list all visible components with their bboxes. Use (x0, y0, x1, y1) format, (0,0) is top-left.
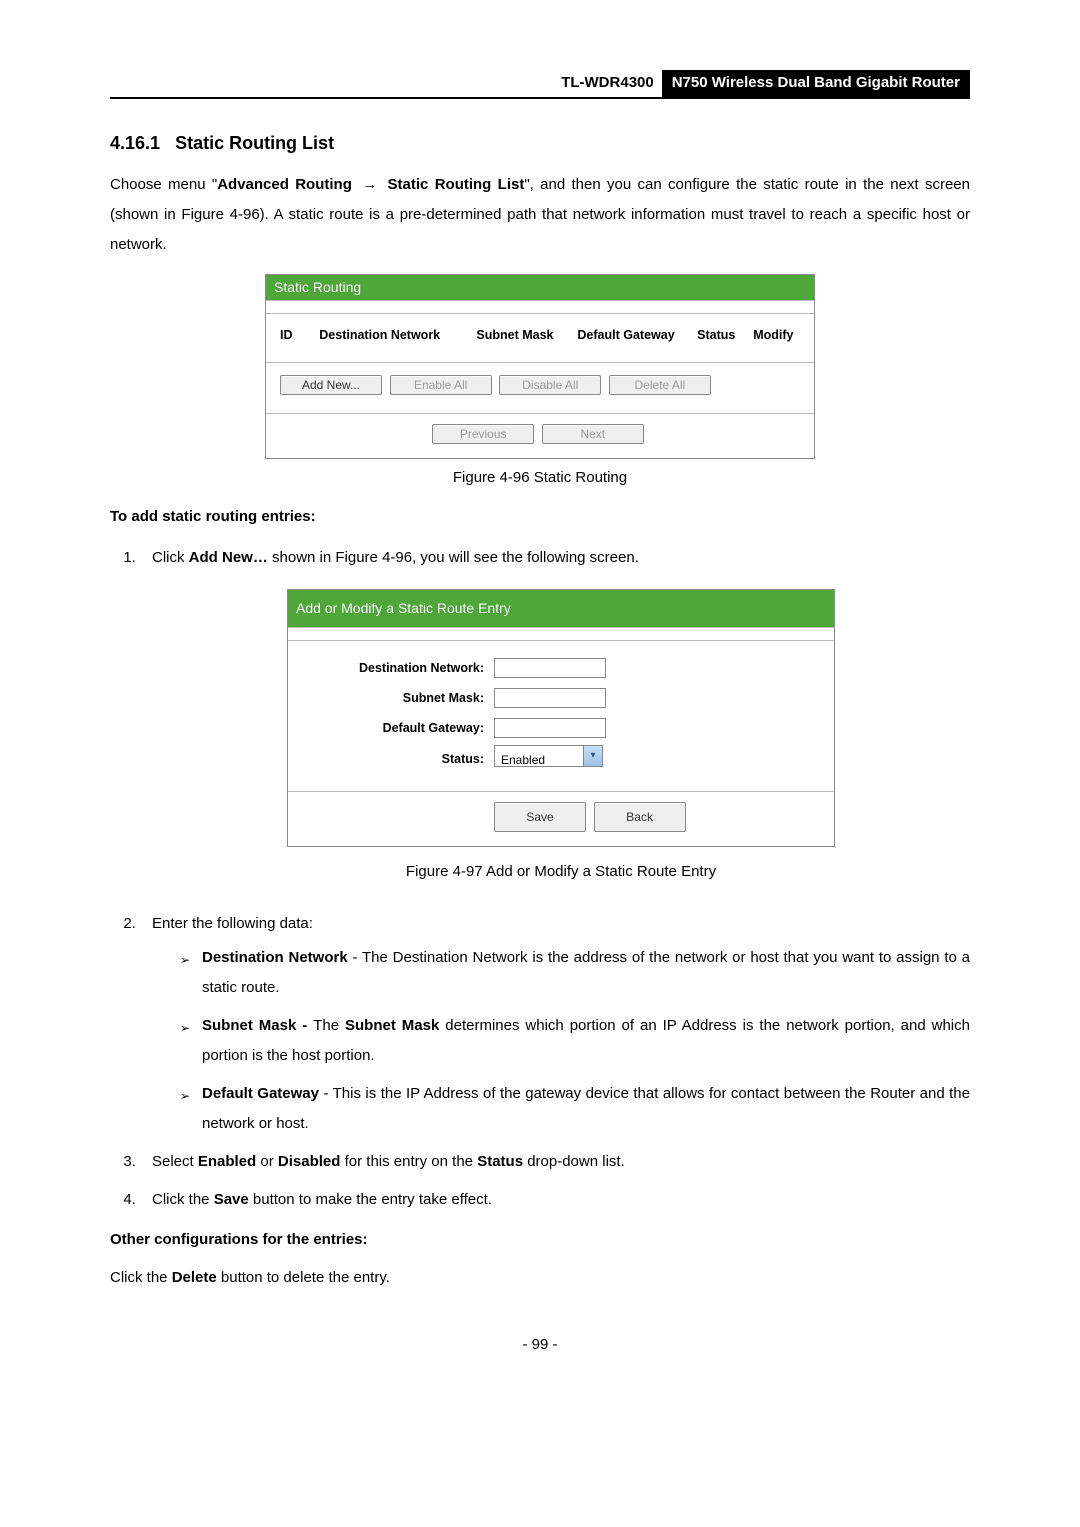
destination-network-input[interactable] (494, 658, 606, 678)
col-default-gateway: Default Gateway (577, 328, 697, 342)
other-config-line: Click the Delete button to delete the en… (110, 1266, 970, 1290)
label-subnet-mask: Subnet Mask: (288, 686, 494, 711)
figure-97-caption: Figure 4-97 Add or Modify a Static Route… (152, 857, 970, 887)
section-title: Static Routing List (175, 133, 334, 153)
step-3: Select Enabled or Disabled for this entr… (140, 1147, 970, 1177)
step-2-sublist: Destination Network - The Destination Ne… (152, 943, 970, 1139)
previous-button[interactable]: Previous (432, 424, 534, 444)
chevron-down-icon[interactable]: ▾ (583, 746, 602, 766)
back-button[interactable]: Back (594, 802, 686, 832)
bullet-default-gateway: Default Gateway - This is the IP Address… (180, 1079, 970, 1139)
arrow-icon: → (358, 176, 381, 193)
label-default-gateway: Default Gateway: (288, 716, 494, 741)
panel-title-97: Add or Modify a Static Route Entry (288, 590, 834, 628)
col-modify: Modify (753, 328, 800, 342)
delete-all-button[interactable]: Delete All (609, 375, 711, 395)
figure-96-button-row-1: Add New... Enable All Disable All Delete… (266, 363, 814, 414)
bullet-destination-network: Destination Network - The Destination Ne… (180, 943, 970, 1003)
other-config-heading: Other configurations for the entries: (110, 1231, 970, 1248)
intro-paragraph: Choose menu "Advanced Routing → Static R… (110, 170, 970, 260)
col-status: Status (697, 328, 753, 342)
bullet-subnet-mask: Subnet Mask - The Subnet Mask determines… (180, 1011, 970, 1071)
step-1: Click Add New… shown in Figure 4-96, you… (140, 543, 970, 887)
save-button[interactable]: Save (494, 802, 586, 832)
figure-96-panel: Static Routing ID Destination Network Su… (265, 274, 815, 459)
col-id: ID (280, 328, 319, 342)
default-gateway-input[interactable] (494, 718, 606, 738)
figure-97-button-row: Save Back (288, 792, 834, 846)
col-destination-network: Destination Network (319, 328, 476, 342)
status-select[interactable]: Enabled ▾ (494, 745, 603, 767)
label-destination-network: Destination Network: (288, 656, 494, 681)
model-label: TL-WDR4300 (553, 70, 662, 97)
step-4: Click the Save button to make the entry … (140, 1185, 970, 1215)
col-subnet-mask: Subnet Mask (476, 328, 577, 342)
panel-title-96: Static Routing (266, 275, 814, 301)
next-button[interactable]: Next (542, 424, 644, 444)
steps-list: Click Add New… shown in Figure 4-96, you… (110, 543, 970, 1215)
section-heading: 4.16.1 Static Routing List (110, 133, 970, 154)
document-header: TL-WDR4300 N750 Wireless Dual Band Gigab… (110, 70, 970, 99)
enable-all-button[interactable]: Enable All (390, 375, 492, 395)
page-number: - 99 - (110, 1336, 970, 1353)
status-select-value: Enabled (495, 746, 583, 766)
step-2: Enter the following data: Destination Ne… (140, 909, 970, 1139)
disable-all-button[interactable]: Disable All (499, 375, 601, 395)
figure-96-button-row-2: Previous Next (266, 414, 814, 458)
product-label: N750 Wireless Dual Band Gigabit Router (662, 70, 970, 97)
figure-97-panel: Add or Modify a Static Route Entry Desti… (287, 589, 835, 847)
figure-96-caption: Figure 4-96 Static Routing (110, 469, 970, 486)
routing-table-header: ID Destination Network Subnet Mask Defau… (266, 314, 814, 363)
to-add-heading: To add static routing entries: (110, 508, 970, 525)
section-number: 4.16.1 (110, 133, 160, 154)
subnet-mask-input[interactable] (494, 688, 606, 708)
add-new-button[interactable]: Add New... (280, 375, 382, 395)
label-status: Status: (288, 747, 494, 772)
